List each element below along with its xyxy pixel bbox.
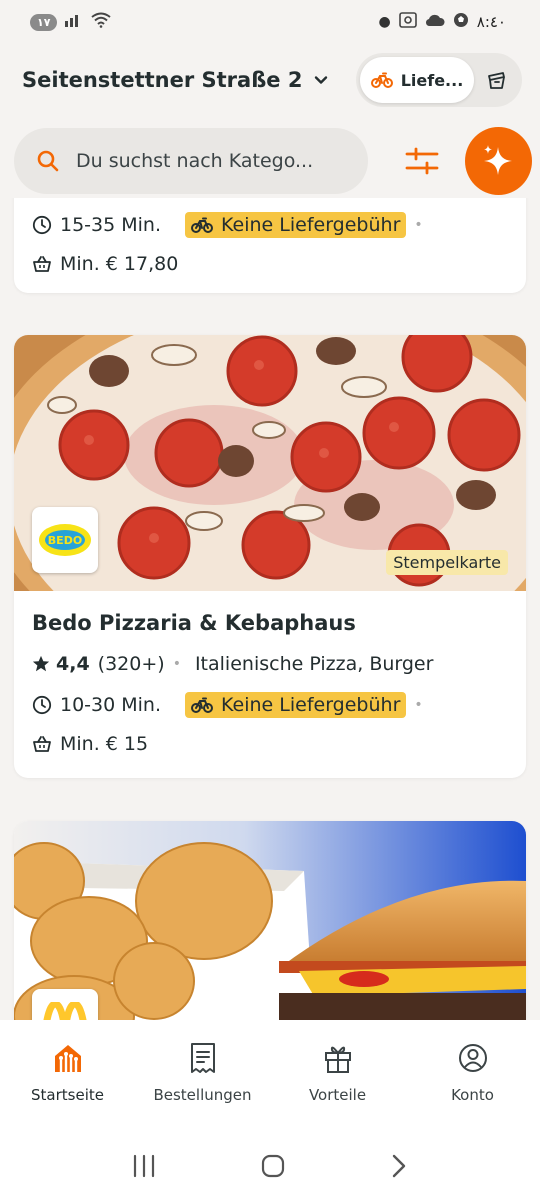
fee-label: Keine Liefergebühr [221,214,401,236]
restaurant-hero-image [14,821,526,1020]
nav-item-bestellungen[interactable]: Bestellungen [138,1042,268,1104]
status-right: ● ٨:٤٠ [379,12,506,32]
min-order-row: Min. € 17,80 [32,247,508,281]
basket-icon [33,736,51,752]
stamp-card-badge: Stempelkarte [386,550,508,575]
nav-item-vorteile[interactable]: Vorteile [273,1042,403,1104]
basket-icon [33,256,51,272]
min-order: Min. € 17,80 [60,253,179,275]
separator-dot: • [414,217,423,233]
pickup-mode-button[interactable] [474,69,518,91]
rating-count: (320+) [97,653,165,675]
nav-label: Vorteile [308,1086,367,1104]
bicycle-icon [191,697,214,713]
delivery-address[interactable]: Seitenstettner Straße 2 [22,68,302,92]
clock-icon [32,215,52,235]
chevron-down-icon[interactable] [314,73,328,87]
home-icon [54,1045,81,1074]
cuisine-tags: Italienische Pizza, Burger [194,653,434,675]
separator-dot: • [414,697,423,713]
wifi-icon [91,12,112,32]
fee-label: Keine Liefergebühr [221,694,401,716]
bottom-nav: Startseite Bestellungen Vorteile Konto [0,1020,540,1132]
min-order-row: Min. € 15 [32,727,508,761]
ai-assistant-button[interactable] [464,127,532,195]
soccer-ball-icon [453,12,469,32]
nav-label: Startseite [31,1086,104,1104]
bicycle-icon [191,217,214,233]
min-order: Min. € 15 [60,733,149,755]
delivery-time-row: 10-30 Min. Keine Liefergebühr • [32,688,508,722]
sliders-icon [405,147,439,175]
search-input[interactable]: Du suchst nach Katego... [14,128,368,194]
search-row: Du suchst nach Katego... [0,126,540,196]
restaurant-feed: 15-35 Min. Keine Liefergebühr • Min. € 1… [0,198,540,1020]
sparkle-icon [484,145,513,175]
restaurant-meta: 15-35 Min. Keine Liefergebühr • Min. € 1… [32,208,508,281]
header: Seitenstettner Straße 2 Liefe... [0,44,540,116]
restaurant-hero-image: BEDO Stempelkarte [14,335,526,591]
restaurant-card[interactable]: BEDO Stempelkarte Bedo Pizzaria & Kebaph… [14,335,526,778]
restaurant-logo [32,989,98,1020]
bicycle-icon [370,72,393,88]
restaurant-logo: BEDO [32,507,98,573]
back-icon[interactable] [389,1153,409,1179]
nav-label: Bestellungen [153,1086,252,1104]
recent-apps-icon[interactable] [131,1154,157,1178]
delivery-time-row: 15-35 Min. Keine Liefergebühr • [32,208,508,242]
rating-row: 4,4 (320+) • Italienische Pizza, Burger [32,647,508,681]
mcdonalds-logo-icon [43,1002,87,1020]
home-button-icon[interactable] [260,1153,286,1179]
delivery-mode-label: Liefe... [400,70,464,90]
system-nav-bar [0,1132,540,1200]
takeaway-bag-icon [488,72,505,89]
delivery-time: 10-30 Min. [60,694,162,716]
notification-count-badge: ١٧ [30,13,58,31]
status-left: ١٧ [30,12,112,32]
bedo-logo-icon: BEDO [39,524,91,556]
delivery-mode-toggle: Liefe... [356,53,522,107]
cloud-icon [425,13,445,31]
dot-icon: ● [378,14,391,30]
gift-icon [324,1046,351,1073]
restaurant-card[interactable] [14,821,526,1020]
restaurant-card[interactable]: 15-35 Min. Keine Liefergebühr • Min. € 1… [14,198,526,293]
search-icon [37,150,59,172]
signal-icon [65,13,83,31]
restaurant-name: Bedo Pizzaria & Kebaphaus [32,611,356,635]
bedo-logo-text: BEDO [48,534,82,547]
rating-value: 4,4 [56,653,90,675]
search-placeholder: Du suchst nach Katego... [76,150,314,172]
account-icon [458,1044,487,1072]
nav-label: Konto [451,1086,494,1104]
clock-time: ٨:٤٠ [476,13,506,31]
clock-icon [32,695,52,715]
filter-button[interactable] [396,134,449,188]
delivery-mode-button[interactable]: Liefe... [360,57,474,103]
restaurant-info: Bedo Pizzaria & Kebaphaus 4,4 (320+) • I… [14,591,526,761]
star-icon [32,655,50,672]
screenshot-icon [398,12,417,32]
free-delivery-badge: Keine Liefergebühr [185,692,407,718]
delivery-time: 15-35 Min. [60,214,162,236]
separator-dot: • [172,656,181,672]
receipt-icon [190,1043,215,1073]
free-delivery-badge: Keine Liefergebühr [185,212,407,238]
nav-item-konto[interactable]: Konto [408,1042,538,1104]
status-bar: ١٧ ● ٨:٤٠ [0,0,540,44]
nav-item-startseite[interactable]: Startseite [3,1042,133,1104]
